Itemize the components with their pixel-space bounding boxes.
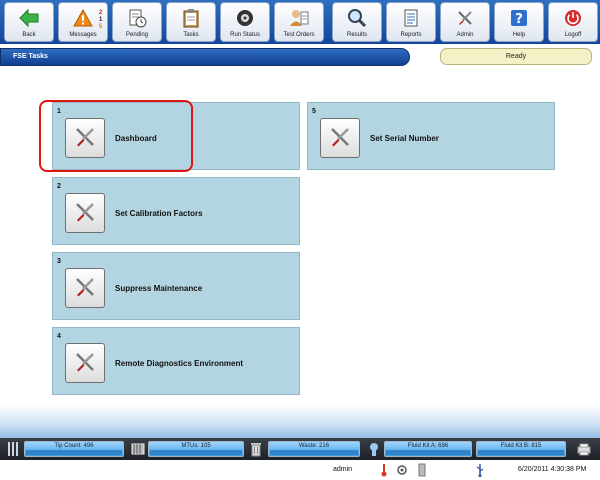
page-title: FSE Tasks <box>13 53 48 60</box>
set-calibration-factors-button[interactable] <box>65 193 105 233</box>
task-number: 1 <box>57 108 61 115</box>
tasks-label: Tasks <box>183 32 199 38</box>
test-orders-icon <box>288 7 310 29</box>
task-label: Set Serial Number <box>370 134 439 143</box>
printer-icon[interactable] <box>576 441 592 457</box>
results-button[interactable]: Results <box>332 2 382 42</box>
device-icon <box>416 463 428 477</box>
results-label: Results <box>346 32 367 38</box>
gauge-label: Waste: 216 <box>298 443 330 449</box>
gauge-label: MTUs: 105 <box>181 443 211 449</box>
task-number: 2 <box>57 183 61 190</box>
gauge-label: Fluid Kit A: 696 <box>407 443 449 449</box>
waste-gauge[interactable]: Waste: 216 <box>268 441 360 457</box>
logoff-label: Logoff <box>564 32 582 38</box>
date-time: 6/20/2011 4:30:38 PM <box>518 466 587 473</box>
gauge-fill <box>26 450 122 455</box>
tools-icon <box>73 125 97 151</box>
gauge-label: Tip Count: 496 <box>54 443 94 449</box>
consumables-bar: Tip Count: 496 MTUs: 105 Waste: 216 Flui… <box>0 438 600 460</box>
grip-handle-icon[interactable] <box>8 442 20 456</box>
reports-label: Reports <box>400 32 422 38</box>
disc-icon <box>234 7 256 29</box>
report-icon <box>400 7 422 29</box>
bottom-decoration <box>0 404 600 440</box>
title-bar: FSE Tasks <box>0 48 410 66</box>
gauge-label: Fluid Kit B: 815 <box>500 443 542 449</box>
fluid-kit-b-gauge[interactable]: Fluid Kit B: 815 <box>476 441 566 457</box>
usb-icon <box>474 463 486 477</box>
dashboard-button[interactable] <box>65 118 105 158</box>
power-icon <box>562 7 584 29</box>
back-label: Back <box>22 32 36 38</box>
pending-icon <box>126 7 148 29</box>
gauge-fill <box>150 450 242 455</box>
tools-icon <box>73 275 97 301</box>
gauge-fill <box>270 450 358 455</box>
task-tile-dashboard: 1 Dashboard <box>52 102 300 170</box>
messages-button[interactable]: 2 1 5 Messages <box>58 2 108 42</box>
message-count-black: 1 <box>99 17 103 23</box>
main-toolbar: Back 2 1 5 Messages Pending Tasks Run St… <box>0 0 600 44</box>
message-counts: 2 1 5 <box>99 10 102 31</box>
set-serial-number-button[interactable] <box>320 118 360 158</box>
system-status-line: admin 6/20/2011 4:30:38 PM <box>0 460 600 480</box>
admin-label: Admin <box>456 32 474 38</box>
tip-count-gauge[interactable]: Tip Count: 496 <box>24 441 124 457</box>
back-arrow-icon <box>18 7 40 29</box>
task-tile-set-calibration-factors: 2 Set Calibration Factors <box>52 177 300 245</box>
remote-diagnostics-environment-button[interactable] <box>65 343 105 383</box>
status-indicator: Ready <box>440 48 592 65</box>
task-tile-remote-diagnostics-environment: 4 Remote Diagnostics Environment <box>52 327 300 395</box>
task-label: Set Calibration Factors <box>115 209 203 218</box>
fluid-pump-icon <box>366 441 382 457</box>
suppress-maintenance-button[interactable] <box>65 268 105 308</box>
tools-icon <box>73 350 97 376</box>
thermometer-icon <box>378 463 390 477</box>
admin-button[interactable]: Admin <box>440 2 490 42</box>
reports-button[interactable]: Reports <box>386 2 436 42</box>
task-number: 5 <box>312 108 316 115</box>
task-label: Suppress Maintenance <box>115 284 203 293</box>
trash-icon <box>248 441 264 457</box>
mtu-rack-icon <box>130 441 146 457</box>
task-label: Dashboard <box>115 134 157 143</box>
messages-label: Messages <box>69 32 97 38</box>
tools-icon <box>328 125 352 151</box>
pending-label: Pending <box>125 32 149 38</box>
gauge-fill <box>478 450 564 455</box>
back-button[interactable]: Back <box>4 2 54 42</box>
fluid-kit-a-gauge[interactable]: Fluid Kit A: 696 <box>384 441 472 457</box>
clipboard-icon <box>180 7 202 29</box>
test-orders-label: Test Orders <box>283 32 315 38</box>
sensor-icon <box>396 463 408 477</box>
task-label: Remote Diagnostics Environment <box>115 359 244 368</box>
logoff-button[interactable]: Logoff <box>548 2 598 42</box>
tools-icon <box>454 7 476 29</box>
svg-text:?: ? <box>515 12 523 27</box>
tools-icon <box>73 200 97 226</box>
gauge-fill <box>386 450 470 455</box>
magnifier-icon <box>346 7 368 29</box>
current-user: admin <box>333 466 353 473</box>
help-button[interactable]: ? Help <box>494 2 544 42</box>
task-number: 3 <box>57 258 61 265</box>
tasks-button[interactable]: Tasks <box>166 2 216 42</box>
task-number: 4 <box>57 333 61 340</box>
warning-icon <box>72 7 94 29</box>
message-count-orange: 5 <box>99 24 103 30</box>
task-tile-set-serial-number: 5 Set Serial Number <box>307 102 555 170</box>
mtus-gauge[interactable]: MTUs: 105 <box>148 441 244 457</box>
help-icon: ? <box>508 7 530 29</box>
run-status-label: Run Status <box>230 32 260 38</box>
test-orders-button[interactable]: Test Orders <box>274 2 324 42</box>
run-status-button[interactable]: Run Status <box>220 2 270 42</box>
message-count-red: 2 <box>99 10 103 16</box>
task-tile-suppress-maintenance: 3 Suppress Maintenance <box>52 252 300 320</box>
pending-button[interactable]: Pending <box>112 2 162 42</box>
help-label: Help <box>512 32 526 38</box>
